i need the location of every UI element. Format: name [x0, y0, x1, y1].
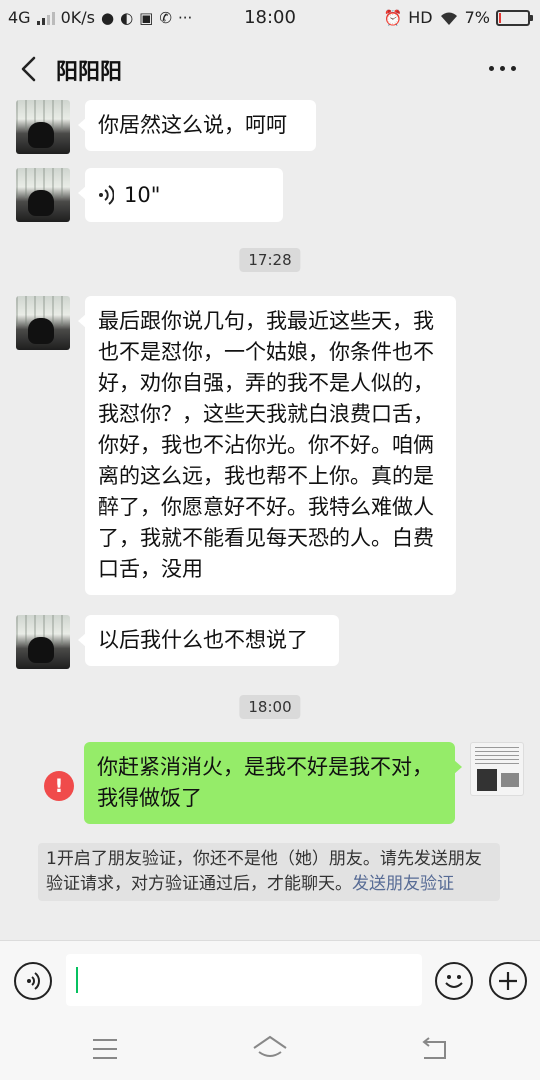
menu-icon[interactable] — [92, 1038, 118, 1060]
contact-avatar[interactable] — [16, 615, 70, 669]
voice-wave-icon — [99, 185, 114, 205]
message-bubble[interactable]: 最后跟你说几句，我最近这些天，我也不是怼你，一个姑娘，你条件也不好，劝你自强，弄… — [78, 296, 456, 595]
voice-input-icon[interactable] — [14, 962, 52, 1000]
my-avatar[interactable] — [470, 742, 524, 796]
more-dots-icon[interactable] — [489, 66, 516, 71]
friend-verification-notice: 1开启了朋友验证，你还不是他（她）朋友。请先发送朋友验证请求，对方验证通过后，才… — [38, 843, 500, 901]
home-icon[interactable] — [252, 1034, 288, 1062]
message-bubble[interactable]: 以后我什么也不想说了 — [78, 615, 339, 666]
timestamp: 17:28 — [239, 248, 301, 272]
plus-icon[interactable] — [489, 962, 527, 1000]
my-message-bubble[interactable]: 你赶紧消消火，是我不好是我不对，我得做饭了 — [84, 742, 462, 824]
contact-avatar[interactable] — [16, 100, 70, 154]
contact-avatar[interactable] — [16, 168, 70, 222]
text-caret — [76, 967, 78, 993]
message-bubble[interactable]: 你居然这么说，呵呵 — [78, 100, 316, 151]
chat-header: 阳阳阳 — [0, 36, 540, 100]
emoji-icon[interactable] — [435, 962, 473, 1000]
status-right: ⏰ HD 7% — [383, 8, 533, 27]
battery-icon — [496, 9, 533, 26]
chat-title: 阳阳阳 — [56, 60, 123, 85]
smiley-face-icon — [445, 975, 463, 988]
battery-percent: 7% — [464, 8, 490, 27]
status-bar: 4G 0K/s ● ◐ ▣ ✆ ··· 18:00 ⏰ HD 7% — [0, 0, 540, 36]
contact-avatar[interactable] — [16, 296, 70, 350]
send-failed-icon[interactable]: ! — [44, 771, 74, 801]
timestamp: 18:00 — [239, 695, 301, 719]
send-verification-link[interactable]: 发送朋友验证 — [352, 874, 454, 894]
input-bar — [0, 940, 540, 1020]
message-input[interactable] — [66, 954, 422, 1006]
plus-sign-icon — [499, 972, 517, 990]
wifi-icon — [440, 12, 457, 25]
system-nav-bar — [0, 1020, 540, 1080]
alarm-icon: ⏰ — [383, 8, 403, 27]
voice-duration: 10" — [124, 182, 161, 207]
hd-indicator: HD — [408, 8, 433, 27]
voice-wave-icon — [27, 972, 40, 990]
back-nav-icon[interactable] — [420, 1036, 448, 1062]
voice-message-bubble[interactable]: 10" — [78, 168, 283, 222]
chevron-left-icon[interactable] — [18, 56, 40, 82]
